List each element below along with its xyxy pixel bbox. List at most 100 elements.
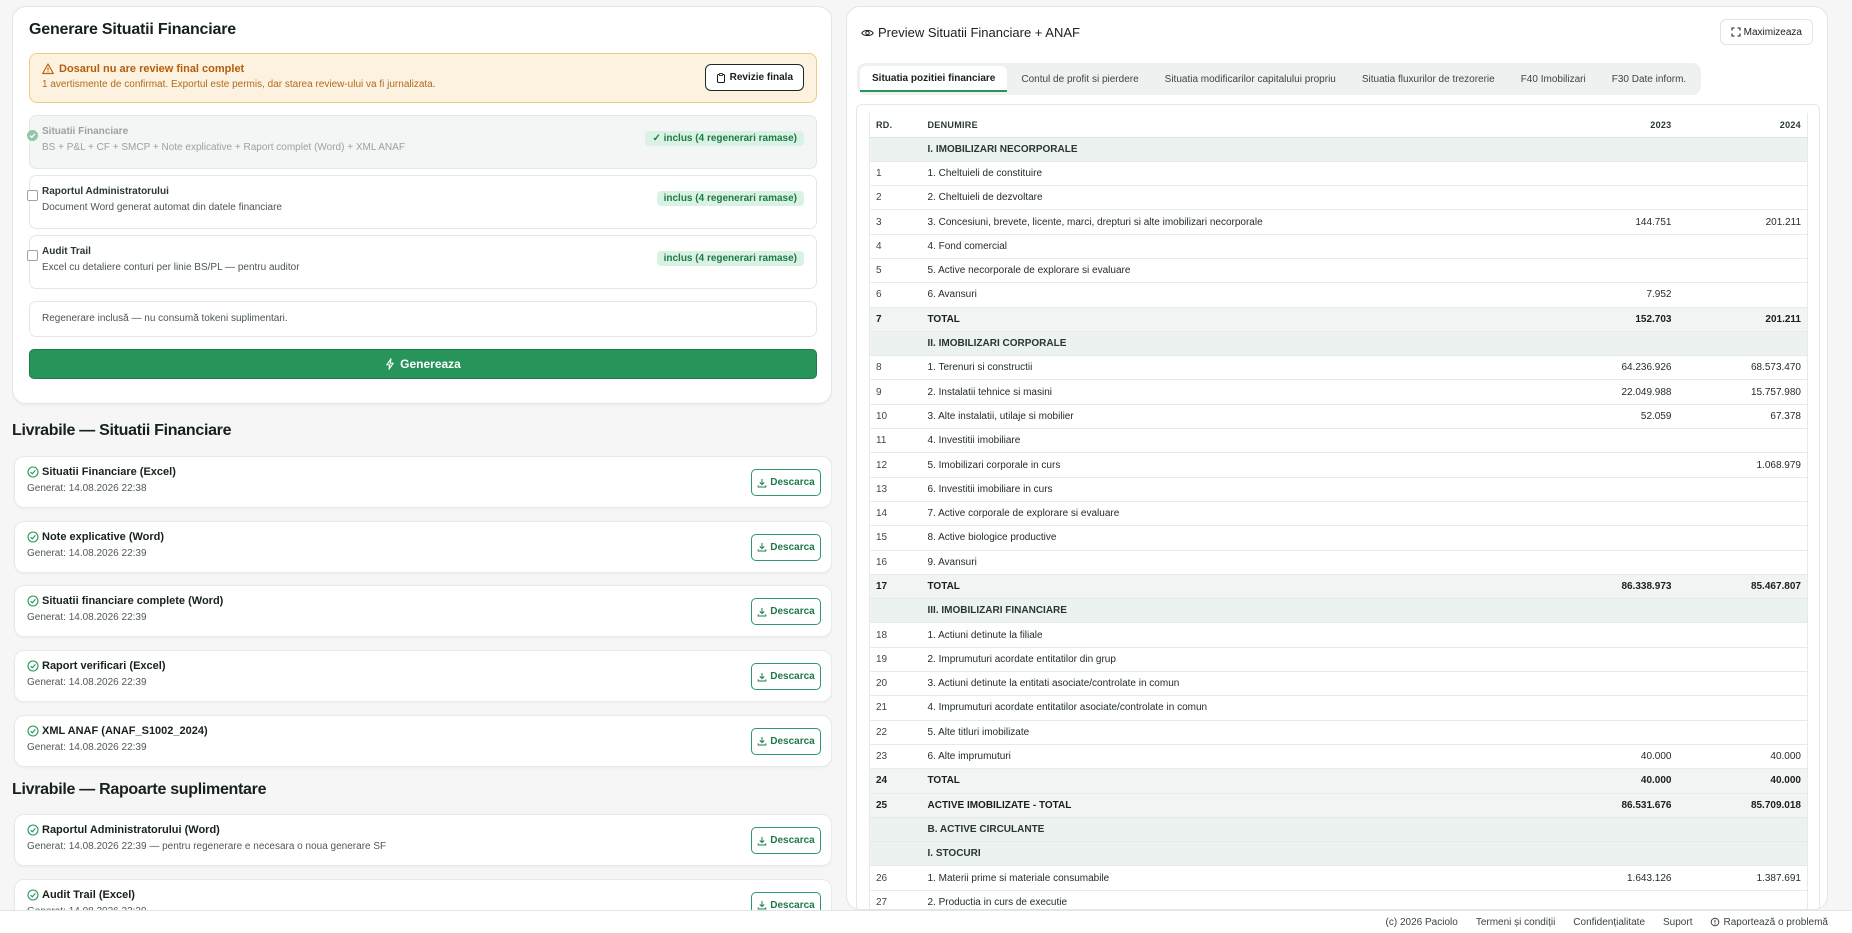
tab-statement[interactable]: F40 Imobilizari [1509,66,1598,92]
download-button[interactable]: Descarca [751,663,821,691]
table-row: 22 5. Alte titluri imobilizate [869,720,1808,745]
cell-2023: 144.751 [1547,209,1678,235]
deliverable-title-row: Note explicative (Word) [27,531,819,543]
cell-rd: 20 [869,671,922,697]
cell-2024 [1677,428,1808,454]
deliverable-card: Raport verificari (Excel) Generat: 14.08.… [14,650,832,703]
download-icon [757,901,767,910]
cell-rd: 17 [869,574,922,600]
cell-denumire: 6. Alte imprumuturi [921,744,1548,770]
option-checkbox[interactable] [27,190,38,201]
cell-2024 [1677,161,1808,187]
generate-button[interactable]: Genereaza [29,349,817,379]
tab-statement[interactable]: Situatia fluxurilor de trezorerie [1350,66,1507,92]
deliverable-card: XML ANAF (ANAF_S1002_2024) Generat: 14.08… [14,714,832,767]
cell-denumire: 4. Imprumuturi acordate entitatilor asoc… [921,695,1548,721]
cell-denumire: I. IMOBILIZARI NECORPORALE [921,137,1548,162]
download-button[interactable]: Descarca [751,533,821,561]
cell-2024 [1677,890,1808,909]
cell-denumire: 3. Alte instalatii, utilaje si mobilier [921,404,1548,430]
final-review-button[interactable]: Revizie finala [704,64,804,91]
section-row: B. ACTIVE CIRCULANTE [869,817,1808,843]
cell-2024 [1677,525,1808,551]
cell-2024: 85.467.807 [1677,574,1808,600]
tab-statement[interactable]: F30 Date inform. [1600,66,1698,92]
left-column: Generare Situatii Financiare Dosarul nu … [12,6,832,910]
cell-2023 [1547,890,1678,909]
deliverable-generated: Generat: 14.08.2026 22:39 [27,612,147,624]
cell-2024 [1677,720,1808,745]
cell-2024 [1677,501,1808,527]
cell-denumire: TOTAL [921,574,1548,600]
cell-2023: 40.000 [1547,768,1678,794]
download-button[interactable]: Descarca [751,827,821,854]
cell-rd: 9 [869,379,922,405]
deliverable-title-row: Raport verificari (Excel) [27,660,819,672]
column-header-rd: RD. [869,113,922,138]
cell-2024 [1677,185,1808,211]
download-label: Descarca [770,835,815,846]
download-label: Descarca [770,899,815,910]
download-icon [757,836,767,845]
download-icon [757,543,767,552]
option-raportul-administratorului[interactable]: Raportul Administratorului Document Word… [27,175,817,229]
cell-denumire: 3. Actiuni detinute la entitati asociate… [921,671,1548,697]
footer-link-terms[interactable]: Termeni și condiții [1476,917,1555,928]
cell-rd [869,137,922,162]
option-checkbox[interactable] [27,250,38,261]
download-button[interactable]: Descarca [751,891,821,910]
download-button[interactable]: Descarca [751,727,821,755]
cell-2023 [1547,817,1678,843]
download-label: Descarca [770,477,815,488]
cell-denumire: ACTIVE IMOBILIZATE - TOTAL [921,793,1548,818]
deliverable-title-row: Audit Trail (Excel) [27,889,819,901]
cell-rd [869,331,922,357]
cell-rd: 15 [869,525,922,551]
deliverable-title: Audit Trail (Excel) [42,888,135,901]
cell-2023: 86.338.973 [1547,574,1678,600]
cell-2023: 7.952 [1547,282,1678,308]
cell-rd: 5 [869,258,922,284]
cell-2024 [1677,817,1808,843]
tab-statement[interactable]: Situatia pozitiei financiare [860,66,1008,92]
footer-link-privacy[interactable]: Confidențialitate [1573,917,1645,928]
cell-rd: 27 [869,890,922,909]
cell-denumire: TOTAL [921,768,1548,794]
cell-rd: 26 [869,865,922,891]
maximize-button[interactable]: Maximizeaza [1719,19,1813,45]
table-row: 19 2. Imprumuturi acordate entitatilor di… [869,647,1808,673]
cell-2024 [1677,258,1808,284]
cell-2023 [1547,428,1678,454]
cell-rd: 4 [869,234,922,259]
download-button[interactable]: Descarca [751,598,821,626]
cell-denumire: 5. Alte titluri imobilizate [921,720,1548,745]
option-checkbox[interactable] [27,130,38,141]
tab-statement[interactable]: Situatia modificarilor capitalului propr… [1153,66,1348,92]
cell-2023 [1547,452,1678,478]
deliverable-generated: Generat: 14.08.2026 22:39 [27,677,147,689]
cell-2023 [1547,501,1678,527]
download-button[interactable]: Descarca [751,469,821,496]
cell-denumire: 3. Concesiuni, brevete, licente, marci, … [921,209,1548,235]
report-problem-link[interactable]: Raportează o problemă [1710,917,1828,928]
cell-denumire: 1. Cheltuieli de constituire [921,161,1548,187]
check-circle-icon [27,725,39,737]
report-problem-label: Raportează o problemă [1723,916,1828,928]
generate-title: Generare Situatii Financiare [29,21,236,38]
tab-statement[interactable]: Contul de profit si pierdere [1009,66,1150,92]
option-situatii-financiare[interactable]: Situatii Financiare BS + P&L + CF + SMCP… [27,115,817,169]
cell-2024 [1677,622,1808,648]
total-row: 24 TOTAL 40.000 40.000 [869,768,1808,794]
cell-2024: 40.000 [1677,744,1808,770]
regeneration-note: Regenerare inclusă — nu consumă tokeni s… [29,301,817,337]
bug-icon [1711,917,1720,927]
cell-rd: 3 [869,209,922,235]
deliverable-title-row: Raportul Administratorului (Word) [27,824,819,836]
cell-2023: 22.049.988 [1547,379,1678,405]
deliverable-title-row: Situatii financiare complete (Word) [27,595,819,607]
option-audit-trail[interactable]: Audit Trail Excel cu detaliere conturi p… [27,235,817,289]
warning-title: Dosarul nu are review final complet [59,63,245,75]
section-row: III. IMOBILIZARI FINANCIARE [869,598,1808,624]
footer-link-support[interactable]: Suport [1663,917,1692,928]
cell-2024 [1677,331,1808,357]
